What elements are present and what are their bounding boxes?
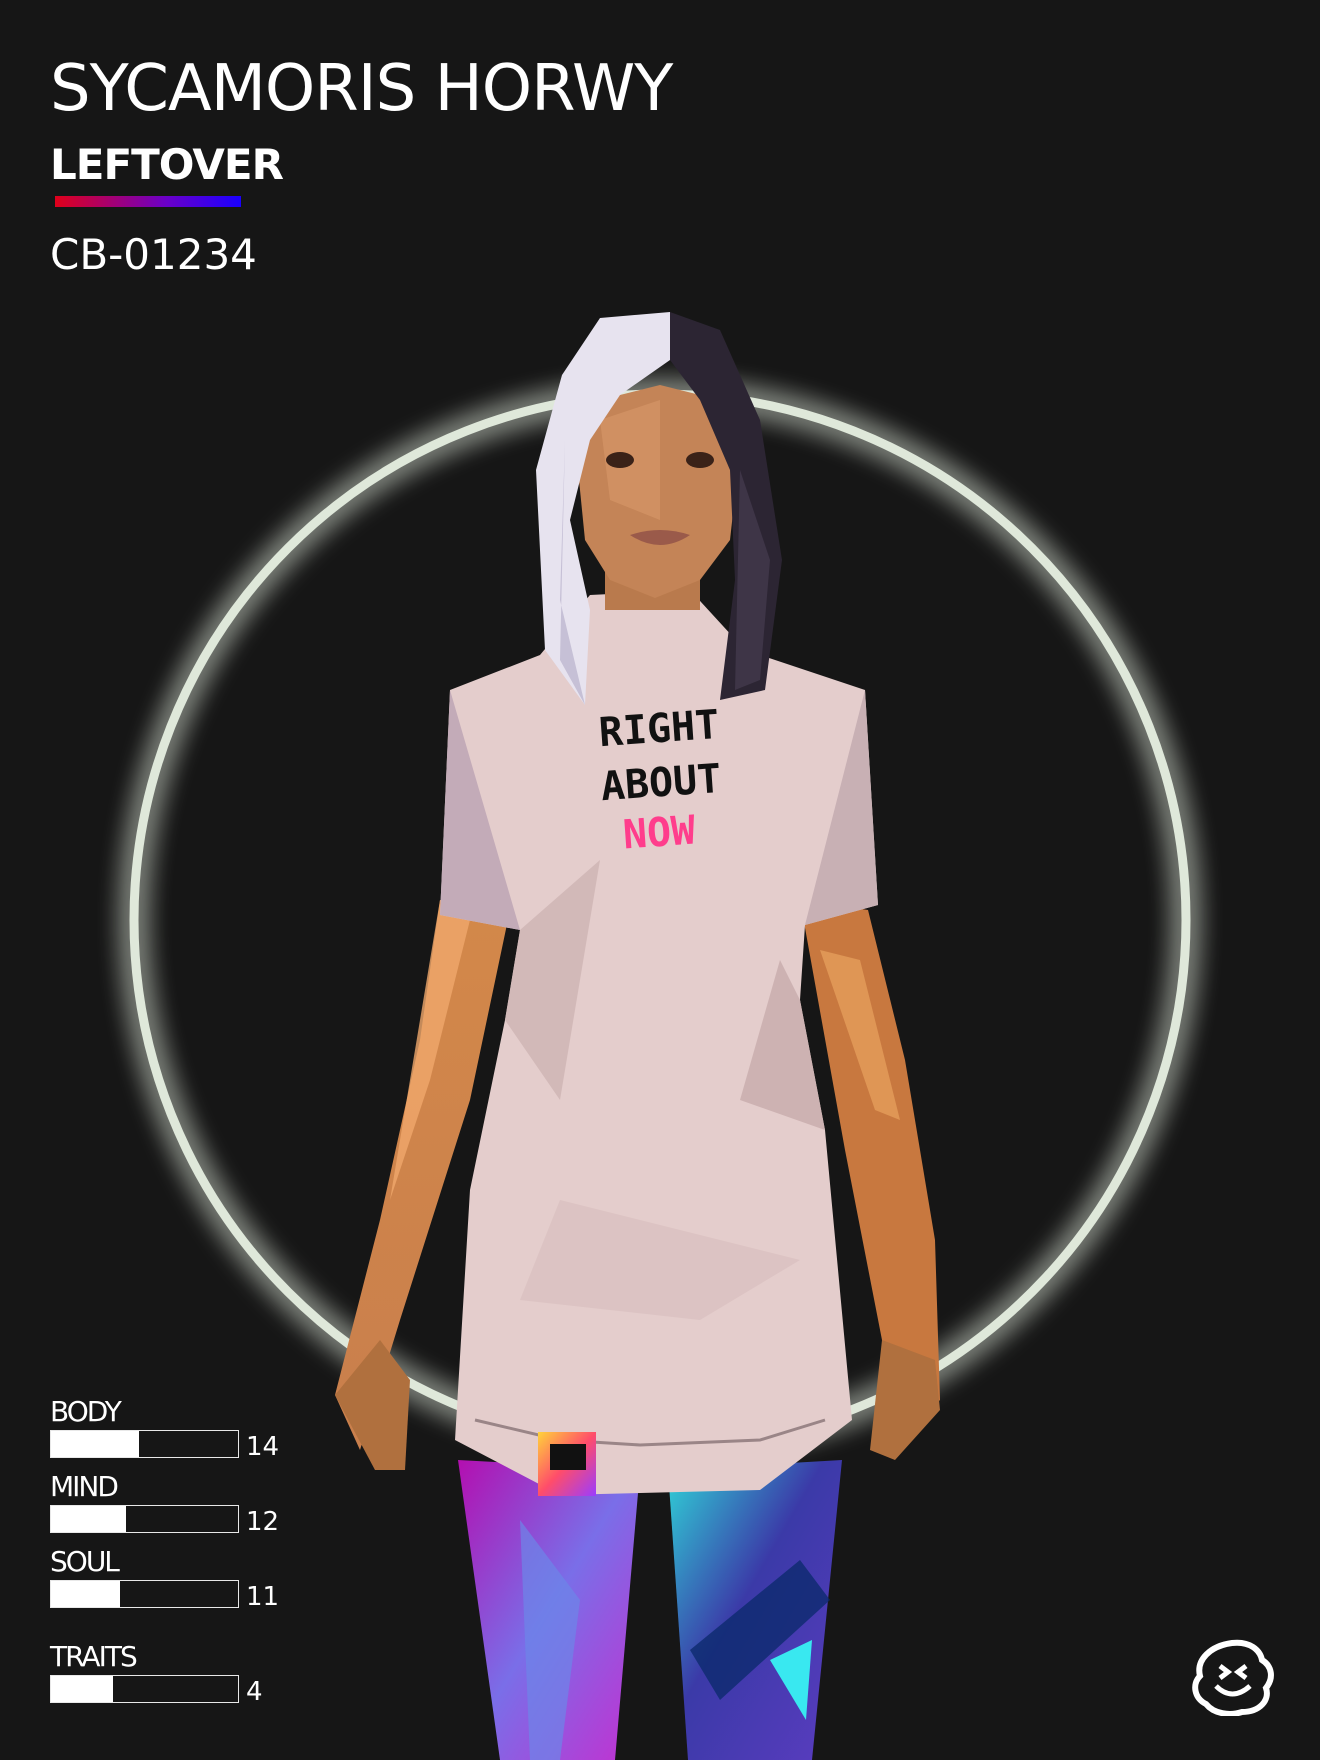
- stat-soul: SOUL 11: [50, 1545, 290, 1612]
- stat-mind: MIND 12: [50, 1470, 290, 1537]
- stat-bar-fill: [51, 1431, 139, 1457]
- stat-label: SOUL: [50, 1545, 120, 1578]
- stat-bar-fill: [51, 1581, 121, 1607]
- shirt-slogan-line1: RIGHT: [597, 702, 720, 756]
- shirt-slogan-line3: NOW: [621, 808, 697, 859]
- character-class: LEFTOVER: [50, 140, 284, 189]
- shirt-slogan-line2: ABOUT: [599, 756, 722, 810]
- stat-label: TRAITS: [50, 1640, 138, 1673]
- stat-bar: [50, 1430, 239, 1458]
- stat-bar: [50, 1505, 239, 1533]
- stat-bar: [50, 1675, 239, 1703]
- character-name: SYCAMORIS HORWY: [50, 52, 673, 126]
- stat-value: 11: [246, 1582, 280, 1612]
- stat-value: 12: [246, 1507, 280, 1537]
- stat-bar-fill: [51, 1676, 113, 1702]
- stat-body: BODY 14: [50, 1395, 290, 1462]
- stat-bar: [50, 1580, 239, 1608]
- stat-label: BODY: [50, 1395, 122, 1428]
- stat-bar-fill: [51, 1506, 126, 1532]
- serial-number: CB-01234: [50, 230, 257, 279]
- accent-gradient-bar: [55, 196, 241, 207]
- legs: [458, 1460, 842, 1760]
- stat-traits: TRAITS 4: [50, 1640, 290, 1707]
- shirt: RIGHT ABOUT NOW: [440, 590, 878, 1496]
- stat-value: 14: [246, 1432, 280, 1462]
- smiley-face-icon: [1192, 1639, 1274, 1716]
- stat-label: MIND: [50, 1470, 119, 1503]
- stat-value: 4: [246, 1677, 263, 1707]
